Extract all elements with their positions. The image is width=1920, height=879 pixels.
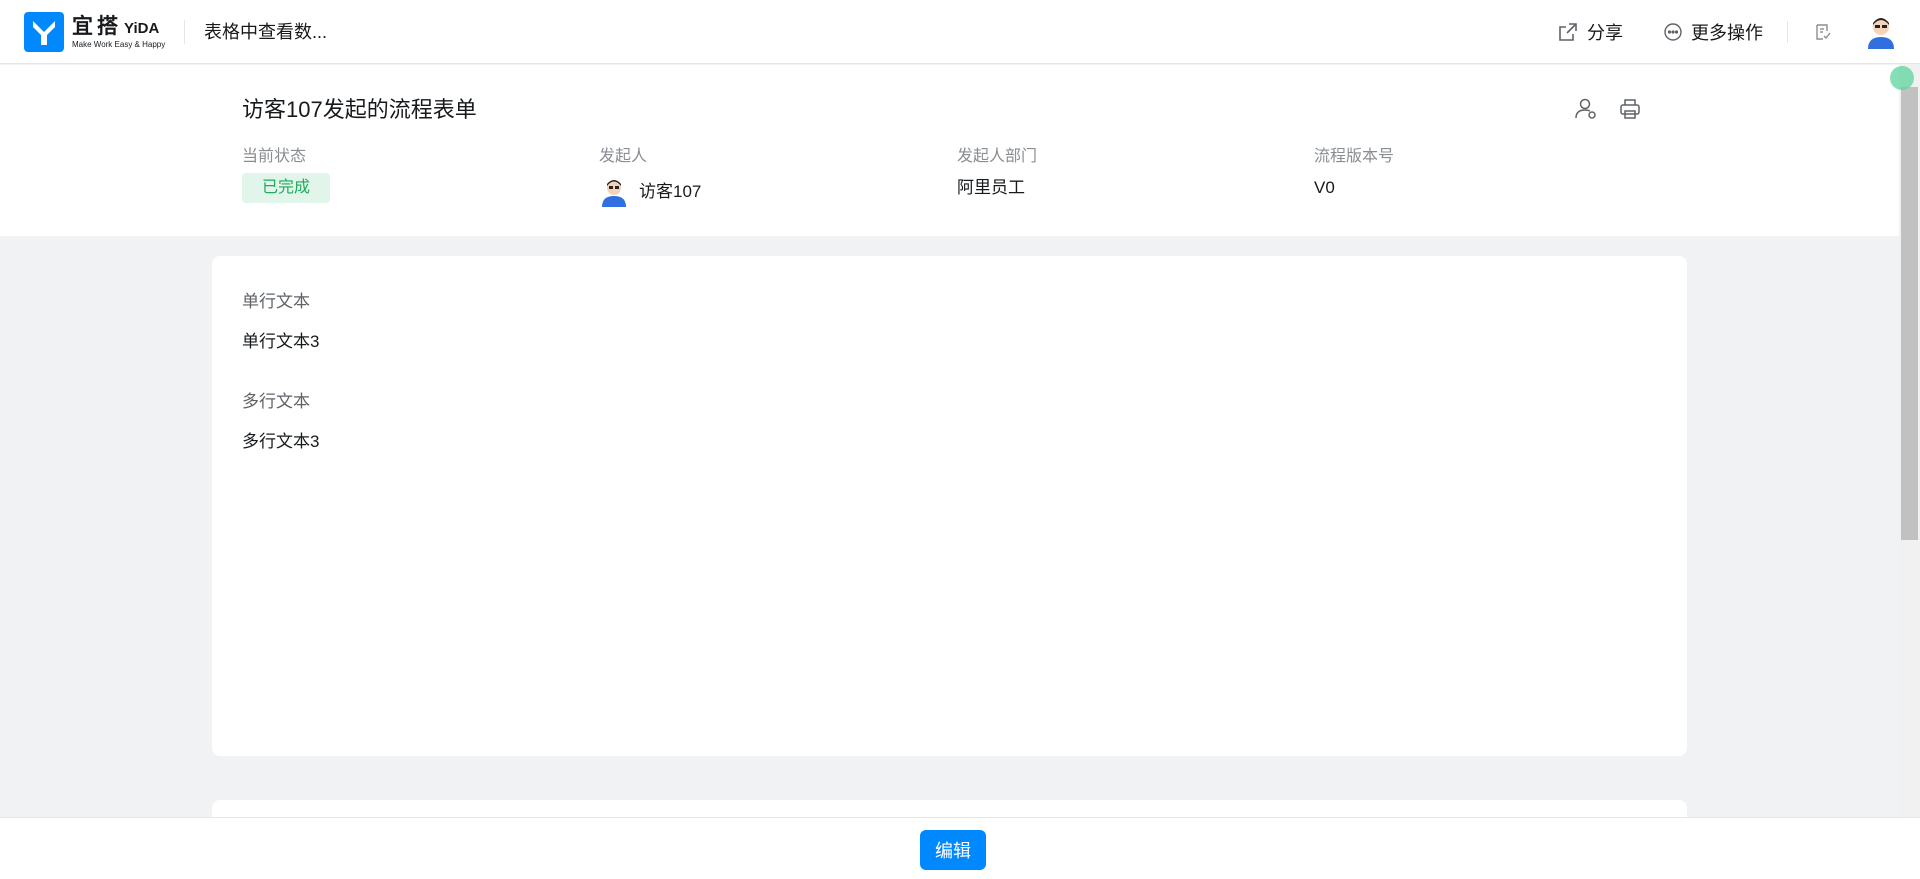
department-value: 阿里员工 (957, 178, 1025, 197)
form-header: 访客107发起的流程表单 当前状态 已完成 发起人 访客107 发起人部门 阿里… (0, 65, 1899, 236)
share-label: 分享 (1587, 23, 1623, 43)
more-icon (1664, 23, 1682, 41)
status-badge: 已完成 (242, 173, 331, 203)
nav-separator (1787, 21, 1788, 43)
top-navigation: 宜搭 YiDA Make Work Easy & Happy 表格中查看数... … (0, 0, 1920, 64)
field-value[interactable]: 单行文本3 (242, 330, 319, 354)
initiator-value: 访客107 (599, 177, 701, 207)
initiator-avatar (602, 180, 626, 207)
meta-version: 流程版本号 V0 (1314, 147, 1394, 199)
todo-list-icon (1816, 24, 1831, 40)
user-settings-icon (1575, 98, 1596, 119)
field-label: 多行文本 (242, 392, 310, 411)
logo-text: 宜搭 YiDA Make Work Easy & Happy (72, 16, 165, 49)
edit-button[interactable]: 编辑 (920, 830, 986, 870)
version-label: 流程版本号 (1314, 148, 1395, 165)
field-label: 单行文本 (242, 292, 310, 311)
status-label: 当前状态 (242, 148, 307, 165)
scrollbar[interactable] (1899, 65, 1920, 817)
yida-logo-mark-icon (24, 12, 64, 52)
form-field-single-line: 单行文本 单行文本3 (242, 290, 319, 354)
add-participant-button[interactable] (1572, 95, 1600, 123)
version-value: V0 (1314, 178, 1335, 197)
form-card: 单行文本 单行文本3 多行文本 多行文本3 (212, 256, 1687, 756)
todo-button[interactable] (1814, 23, 1832, 41)
form-field-multi-line: 多行文本 多行文本3 (242, 390, 319, 454)
meta-status: 当前状态 已完成 (242, 147, 331, 203)
user-avatar[interactable] (1864, 15, 1898, 49)
nav-actions: 分享 更多操作 (1557, 0, 1920, 64)
print-icon (1620, 99, 1640, 119)
meta-initiator: 发起人 访客107 (599, 147, 701, 207)
app-title[interactable]: 表格中查看数... (204, 20, 327, 44)
logo-tagline: Make Work Easy & Happy (72, 39, 166, 49)
logo-en: YiDA (124, 19, 160, 37)
page-title: 访客107发起的流程表单 (242, 97, 477, 122)
yida-logo[interactable]: 宜搭 YiDA Make Work Easy & Happy (24, 12, 165, 52)
print-button[interactable] (1616, 95, 1644, 123)
scrollbar-thumb[interactable] (1901, 87, 1918, 540)
bottom-action-bar: 编辑 (0, 817, 1920, 879)
meta-department: 发起人部门 阿里员工 (957, 147, 1037, 199)
more-actions-label: 更多操作 (1691, 23, 1763, 43)
more-actions-button[interactable]: 更多操作 (1663, 19, 1763, 45)
department-label: 发起人部门 (957, 148, 1038, 165)
initiator-label: 发起人 (599, 148, 648, 165)
share-icon (1559, 23, 1577, 41)
scroll-to-top-button[interactable] (1890, 66, 1914, 90)
initiator-name: 访客107 (639, 182, 702, 201)
nav-divider (184, 20, 185, 44)
share-button[interactable]: 分享 (1557, 19, 1623, 45)
logo-cn: 宜搭 (72, 14, 122, 38)
field-value[interactable]: 多行文本3 (242, 430, 319, 454)
